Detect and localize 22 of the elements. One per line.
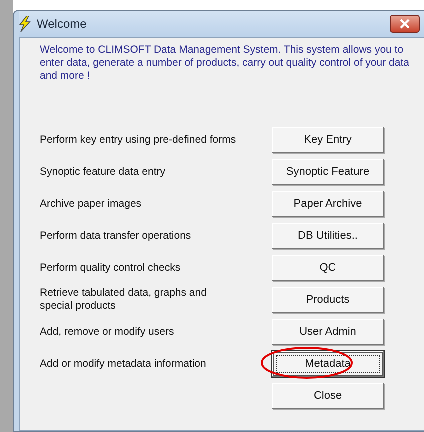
action-description: Add or modify metadata information bbox=[40, 358, 208, 370]
action-description: Retrieve tabulated data, graphs and special products bbox=[40, 287, 208, 313]
action-button[interactable]: Products bbox=[272, 287, 384, 313]
window-title: Welcome bbox=[37, 17, 87, 31]
close-button[interactable] bbox=[390, 15, 420, 33]
action-description: Perform key entry using pre-defined forms bbox=[40, 134, 238, 146]
action-button[interactable]: Close bbox=[272, 383, 384, 409]
action-button[interactable]: Paper Archive bbox=[272, 191, 384, 217]
action-description: Archive paper images bbox=[40, 198, 143, 210]
welcome-message: Welcome to CLIMSOFT Data Management System. This system allows you to enter data, generate a number of products, carry out quality control of your data and more ! bbox=[40, 44, 410, 83]
action-button[interactable]: Metadata bbox=[272, 351, 384, 377]
action-button[interactable]: Synoptic Feature bbox=[272, 159, 384, 185]
action-description: Synoptic feature data entry bbox=[40, 166, 166, 178]
action-description: Add, remove or modify users bbox=[40, 326, 176, 338]
action-description: Perform quality control checks bbox=[40, 262, 182, 274]
action-button[interactable]: User Admin bbox=[272, 319, 384, 345]
action-button[interactable]: DB Utilities.. bbox=[272, 223, 384, 249]
action-button[interactable]: QC bbox=[272, 255, 384, 281]
lightning-icon bbox=[19, 16, 31, 32]
close-icon bbox=[400, 19, 410, 29]
action-button[interactable]: Key Entry bbox=[272, 127, 384, 153]
action-description: Perform data transfer operations bbox=[40, 230, 192, 242]
